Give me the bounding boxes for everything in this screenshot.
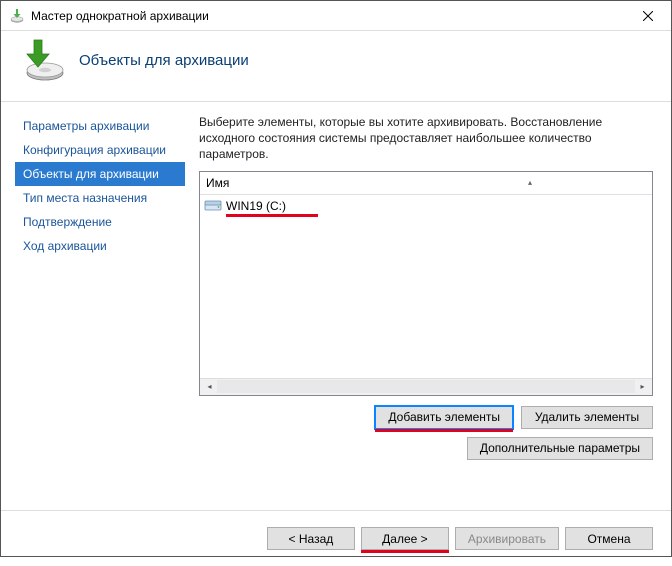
scroll-right-icon[interactable]: ▸ bbox=[635, 380, 650, 393]
advanced-row: Дополнительные параметры bbox=[199, 437, 653, 460]
close-button[interactable] bbox=[625, 1, 671, 31]
list-item-label: WIN19 (C:) bbox=[226, 199, 286, 213]
sidebar-item-progress[interactable]: Ход архивации bbox=[15, 234, 185, 258]
instructions: Выберите элементы, которые вы хотите арх… bbox=[199, 114, 653, 163]
add-items-button[interactable]: Добавить элементы bbox=[375, 406, 513, 429]
cancel-button[interactable]: Отмена bbox=[565, 527, 653, 550]
annotation-underline bbox=[375, 429, 513, 432]
close-icon bbox=[643, 11, 653, 21]
sidebar-item-config[interactable]: Конфигурация архивации bbox=[15, 138, 185, 162]
remove-items-button[interactable]: Удалить элементы bbox=[521, 406, 653, 429]
page-title: Объекты для архивации bbox=[79, 52, 249, 69]
wizard-icon bbox=[19, 37, 65, 83]
horizontal-scrollbar[interactable]: ◂ ▸ bbox=[200, 378, 652, 395]
list-column-header[interactable]: Имя ▴ bbox=[200, 172, 652, 195]
archive-button: Архивировать bbox=[455, 527, 559, 550]
drive-icon bbox=[204, 199, 222, 212]
column-name-label: Имя bbox=[206, 176, 229, 190]
list-body[interactable]: WIN19 (C:) bbox=[200, 195, 652, 378]
advanced-button[interactable]: Дополнительные параметры bbox=[467, 437, 653, 460]
list-item[interactable]: WIN19 (C:) bbox=[200, 197, 652, 215]
window-title: Мастер однократной архивации bbox=[31, 9, 625, 23]
sidebar-item-objects[interactable]: Объекты для архивации bbox=[15, 162, 185, 186]
title-bar: Мастер однократной архивации bbox=[1, 1, 671, 31]
scroll-track[interactable] bbox=[217, 380, 635, 393]
sidebar-item-options[interactable]: Параметры архивации bbox=[15, 114, 185, 138]
annotation-underline bbox=[226, 214, 318, 217]
page-header: Объекты для архивации bbox=[1, 31, 671, 102]
next-button[interactable]: Далее > bbox=[361, 527, 449, 550]
sidebar-item-confirm[interactable]: Подтверждение bbox=[15, 210, 185, 234]
annotation-underline bbox=[361, 550, 449, 553]
sort-caret-icon: ▴ bbox=[528, 178, 532, 187]
wizard-footer: < Назад Далее > Архивировать Отмена bbox=[1, 510, 671, 566]
scroll-left-icon[interactable]: ◂ bbox=[202, 380, 217, 393]
list-buttons-row: Добавить элементы Удалить элементы bbox=[199, 406, 653, 429]
sidebar: Параметры архивации Конфигурация архивац… bbox=[1, 102, 187, 510]
app-icon bbox=[9, 8, 25, 24]
sidebar-item-destination[interactable]: Тип места назначения bbox=[15, 186, 185, 210]
back-button[interactable]: < Назад bbox=[267, 527, 355, 550]
items-list: Имя ▴ WIN19 (C:) ◂ bbox=[199, 171, 653, 396]
main-panel: Выберите элементы, которые вы хотите арх… bbox=[187, 102, 671, 510]
